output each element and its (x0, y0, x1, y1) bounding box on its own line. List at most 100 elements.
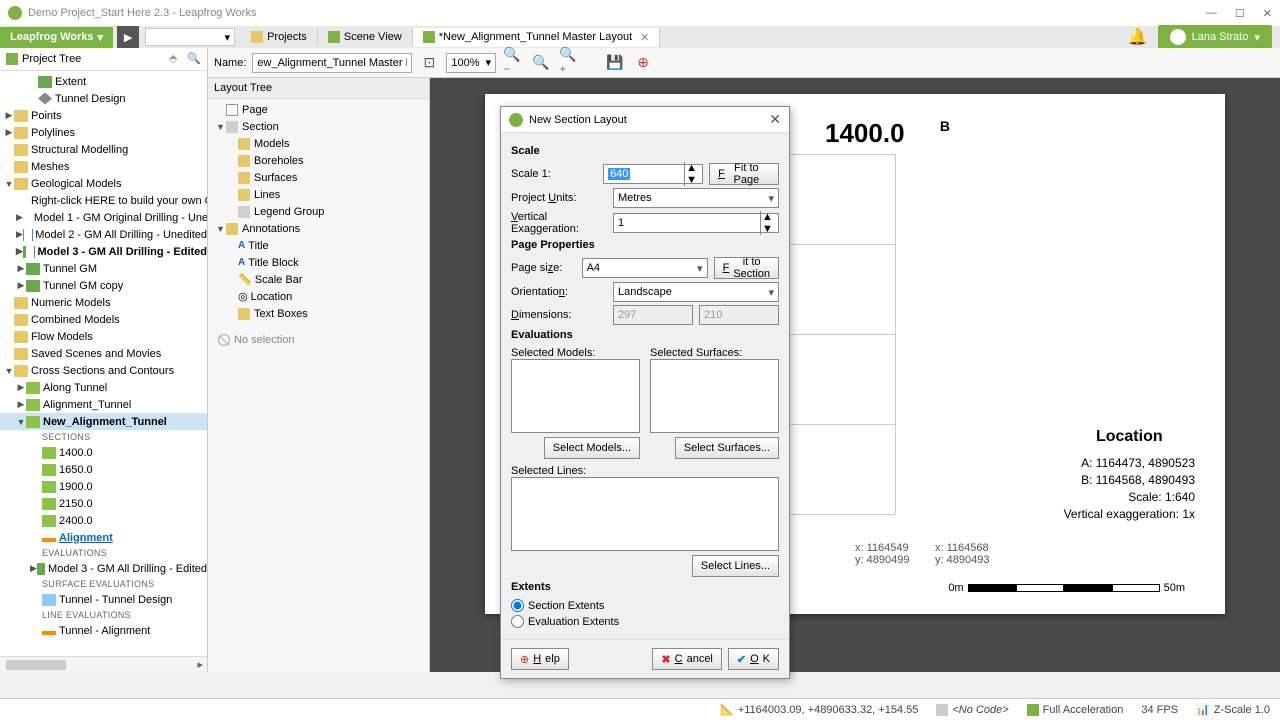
select-models-button[interactable]: Select Models... (544, 437, 640, 459)
evaluation-extents-radio[interactable] (511, 615, 524, 628)
user-badge[interactable]: Lana Strato▾ (1158, 25, 1272, 49)
help-ring-icon[interactable]: ⊕ (632, 52, 654, 74)
project-dropdown[interactable]: ▾ (145, 28, 235, 46)
layout-item[interactable]: Text Boxes (254, 308, 308, 320)
tab-close-icon[interactable]: ✕ (640, 31, 649, 44)
zoom-fit-icon[interactable]: ⊡ (418, 52, 440, 74)
close-button[interactable]: ✕ (1263, 7, 1272, 20)
tree-item[interactable]: Points (31, 110, 62, 122)
zoom-reset-icon[interactable]: 🔍 (530, 52, 552, 74)
tree-item[interactable]: Polylines (31, 127, 75, 139)
tree-item[interactable]: Geological Models (31, 178, 122, 190)
tree-item[interactable]: Flow Models (31, 331, 93, 343)
pagesize-select[interactable]: A4 (582, 258, 708, 278)
tree-item-selected[interactable]: New_Alignment_Tunnel (43, 416, 167, 428)
zoom-out-icon[interactable]: 🔍⁻ (502, 52, 524, 74)
tree-item[interactable]: Saved Scenes and Movies (31, 348, 161, 360)
selected-surfaces-list[interactable] (650, 359, 779, 433)
select-lines-button[interactable]: Select Lines... (692, 555, 779, 577)
tab-layout[interactable]: *New_Alignment_Tunnel Master Layout✕ (413, 28, 661, 47)
tree-item[interactable]: Meshes (31, 161, 70, 173)
coord-b: x: 1164568y: 4890493 (935, 542, 989, 566)
tree-item-alignment[interactable]: Alignment (59, 532, 113, 544)
play-button[interactable]: ▶ (117, 26, 139, 48)
layout-item[interactable]: Boreholes (254, 155, 304, 167)
tree-item[interactable]: Tunnel - Tunnel Design (59, 594, 172, 606)
model-icon (23, 246, 26, 258)
tree-item[interactable]: Cross Sections and Contours (31, 365, 174, 377)
section-icon (42, 498, 56, 510)
tree-pin-icon[interactable]: ⬘ (169, 52, 183, 66)
layout-tree-panel: Layout Tree Page ▼Section Models Borehol… (208, 78, 430, 672)
cancel-button[interactable]: ✖Cancel (652, 648, 721, 670)
evaluation-extents-label: Evaluation Extents (528, 616, 619, 628)
dim-w: 297 (613, 305, 693, 325)
zoom-select[interactable]: 100% ▾ (446, 53, 496, 73)
layout-item[interactable]: Annotations (242, 223, 300, 235)
tree-item[interactable]: Tunnel Design (55, 93, 126, 105)
orientation-select[interactable]: Landscape (613, 282, 779, 302)
tree-item[interactable]: Model 1 - GM Original Drilling - Unedite… (34, 212, 207, 224)
save-icon[interactable]: 💾 (604, 52, 626, 74)
tree-item[interactable]: Alignment_Tunnel (43, 399, 131, 411)
page-heading: Page Properties (511, 239, 779, 251)
scalebar-left: 0m (948, 582, 963, 594)
tree-item[interactable]: Right-click HERE to build your own Geolo… (31, 195, 207, 207)
layout-item[interactable]: Title Block (248, 257, 298, 269)
tree-item[interactable]: Tunnel GM (43, 263, 97, 275)
maximize-button[interactable]: ☐ (1235, 7, 1245, 20)
layout-item[interactable]: Section (242, 121, 279, 133)
tree-item[interactable]: 2400.0 (59, 515, 93, 527)
layout-item[interactable]: Page (242, 104, 268, 116)
ok-button[interactable]: ✔OK (728, 648, 779, 670)
section-extents-radio[interactable] (511, 599, 524, 612)
layout-item[interactable]: Scale Bar (255, 274, 303, 286)
tree-item[interactable]: 2150.0 (59, 498, 93, 510)
tree-search-icon[interactable]: 🔍 (187, 52, 201, 66)
tree-item[interactable]: Combined Models (31, 314, 120, 326)
tree-item[interactable]: Model 3 - GM All Drilling - Edited (48, 563, 207, 575)
zoom-in-icon[interactable]: 🔍⁺ (558, 52, 580, 74)
layout-item[interactable]: Title (248, 240, 268, 252)
layout-item[interactable]: Models (254, 138, 289, 150)
dialog-close-icon[interactable]: ✕ (769, 111, 781, 128)
folder-icon (14, 365, 28, 377)
tree-item[interactable]: Along Tunnel (43, 382, 107, 394)
units-select[interactable]: Metres (613, 188, 779, 208)
tree-item[interactable]: Numeric Models (31, 297, 110, 309)
section-icon (26, 416, 40, 428)
vexag-input[interactable]: 1▲▼ (613, 213, 779, 233)
tree-item[interactable]: 1400.0 (59, 447, 93, 459)
layout-item[interactable]: Surfaces (254, 172, 297, 184)
tree-item[interactable]: 1900.0 (59, 481, 93, 493)
select-surfaces-button[interactable]: Select Surfaces... (675, 437, 779, 459)
scale-input[interactable]: 640▲▼ (603, 164, 703, 184)
tree-item[interactable]: Extent (55, 76, 86, 88)
notifications-icon[interactable]: 🔔 (1128, 27, 1148, 47)
tree-item[interactable]: Tunnel - Alignment (59, 625, 150, 637)
fit-to-page-button[interactable]: FFit to Page (709, 163, 779, 185)
model-icon (26, 280, 40, 292)
project-tree-body[interactable]: Extent Tunnel Design ▶Points ▶Polylines … (0, 71, 207, 656)
scale-bar: 0m 50m (948, 582, 1185, 594)
help-button[interactable]: ⊕Help (511, 648, 569, 670)
fit-to-section-button[interactable]: Fit to Section (714, 257, 779, 279)
tab-scene-view[interactable]: Scene View (318, 28, 413, 46)
tab-projects[interactable]: Projects (241, 28, 318, 46)
selected-models-list[interactable] (511, 359, 640, 433)
tree-item[interactable]: Model 2 - GM All Drilling - Unedited (35, 229, 207, 241)
layout-name-input[interactable] (252, 53, 412, 73)
tree-item[interactable]: Tunnel GM copy (43, 280, 123, 292)
selected-lines-list[interactable] (511, 477, 779, 551)
minimize-button[interactable]: — (1206, 7, 1217, 20)
tree-item[interactable]: Model 3 - GM All Drilling - Edited (38, 246, 207, 258)
tree-item[interactable]: 1650.0 (59, 464, 93, 476)
layout-item[interactable]: Location (251, 291, 293, 303)
layout-item[interactable]: Lines (254, 189, 280, 201)
tree-item[interactable]: Structural Modelling (31, 144, 128, 156)
no-selection-icon (218, 334, 230, 346)
tree-hscroll[interactable]: ▸ (0, 656, 207, 672)
layout-item[interactable]: Legend Group (254, 206, 324, 218)
folder-icon (238, 138, 250, 150)
app-menu[interactable]: Leapfrog Works▾ (0, 27, 113, 48)
